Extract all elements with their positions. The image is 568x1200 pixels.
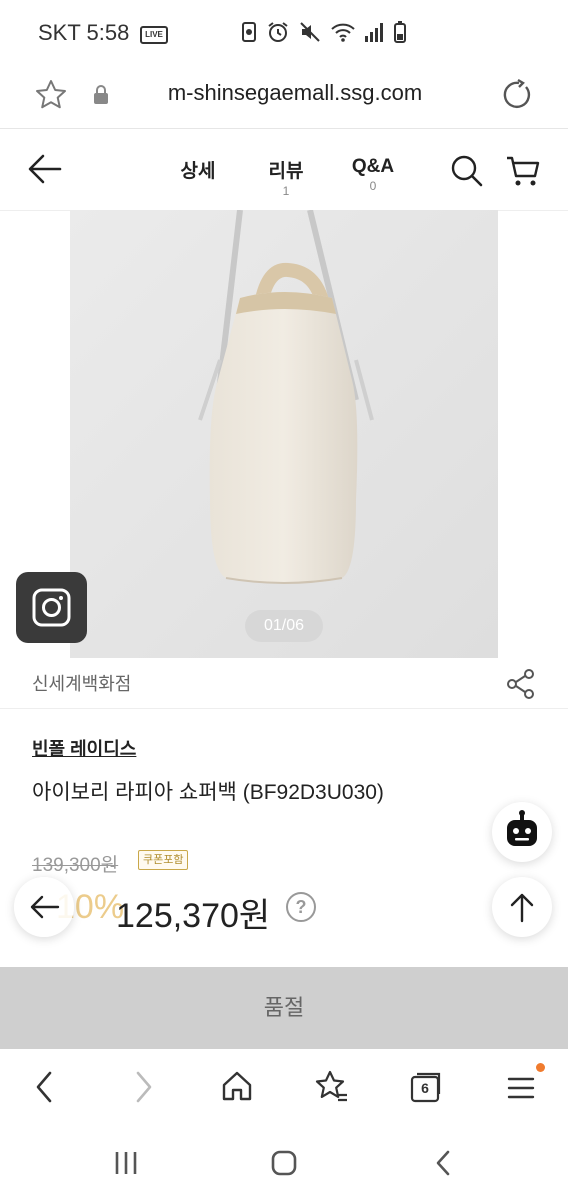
divider [0, 708, 568, 709]
tab-label: 상세 [180, 161, 216, 182]
tab-count: 6 [421, 1080, 429, 1096]
search-icon[interactable] [450, 154, 484, 188]
chatbot-button[interactable] [492, 802, 552, 862]
back-arrow-icon[interactable] [26, 152, 64, 186]
bookmark-star-icon[interactable] [34, 78, 68, 112]
browser-forward-icon[interactable] [128, 1069, 158, 1105]
chatbot-robot-icon [507, 810, 537, 846]
alarm-icon [268, 22, 288, 42]
tab-review[interactable]: 리뷰 1 [251, 156, 321, 198]
tab-count: 1 [282, 184, 290, 198]
tab-label: 리뷰 [268, 161, 304, 182]
home-button-icon[interactable] [270, 1149, 298, 1177]
price-help-icon[interactable]: ? [286, 892, 316, 922]
sale-price: 125,370원 [116, 897, 271, 935]
bag-illustration [70, 210, 498, 658]
coupon-badge: 쿠폰포함 [138, 850, 189, 870]
camera-lens-icon [32, 588, 71, 627]
soldout-button[interactable]: 품절 [0, 967, 568, 1049]
signal-icon [365, 23, 383, 42]
notification-dot [536, 1063, 545, 1072]
battery-icon [394, 21, 406, 43]
url-text[interactable]: m-shinsegaemall.ssg.com [120, 80, 470, 106]
status-icons [240, 20, 408, 44]
tabs-button[interactable]: 6 [410, 1071, 441, 1103]
original-price: 139,300원 [32, 855, 119, 876]
arrow-up-icon [510, 893, 534, 923]
tab-qna[interactable]: Q&A 0 [338, 156, 408, 193]
recent-apps-icon[interactable] [112, 1149, 140, 1177]
share-icon[interactable] [505, 668, 537, 700]
product-name: 아이보리 라피아 쇼퍼백 (BF92D3U030) [32, 781, 384, 804]
status-bar: SKT 5:58 LIVE [0, 0, 568, 64]
browser-toolbar: 6 [0, 1049, 568, 1127]
bookmarks-star-icon[interactable] [314, 1069, 350, 1103]
wifi-icon [331, 23, 355, 42]
tab-label: Q&A [351, 156, 395, 177]
product-nav: 상세 리뷰 1 Q&A 0 [0, 130, 568, 211]
scroll-top-button[interactable] [492, 877, 552, 937]
camera-search-button[interactable] [16, 572, 87, 643]
image-pager: 01/06 [245, 610, 323, 642]
home-icon[interactable] [220, 1069, 254, 1103]
browser-menu-button[interactable] [506, 1063, 545, 1103]
tab-detail[interactable]: 상세 [163, 156, 233, 184]
tab-count: 0 [369, 179, 377, 193]
hamburger-menu-icon [507, 1077, 535, 1099]
floating-back-button[interactable] [14, 877, 74, 937]
back-arrow-icon [30, 895, 60, 919]
reload-icon[interactable] [500, 78, 534, 112]
brand-link[interactable]: 빈폴 레이디스 [32, 735, 136, 761]
status-time: SKT 5:58 [38, 20, 130, 45]
product-image[interactable] [70, 210, 498, 658]
system-back-icon[interactable] [430, 1149, 458, 1177]
store-name[interactable]: 신세계백화점 [32, 670, 131, 696]
cart-icon[interactable] [505, 154, 541, 188]
lock-icon [94, 85, 108, 104]
mute-icon [300, 22, 320, 42]
battery-saver-icon [242, 22, 256, 42]
browser-back-icon[interactable] [30, 1069, 60, 1105]
live-icon: LIVE [140, 26, 168, 44]
browser-url-bar: m-shinsegaemall.ssg.com [0, 64, 568, 129]
system-nav-bar [0, 1127, 568, 1200]
